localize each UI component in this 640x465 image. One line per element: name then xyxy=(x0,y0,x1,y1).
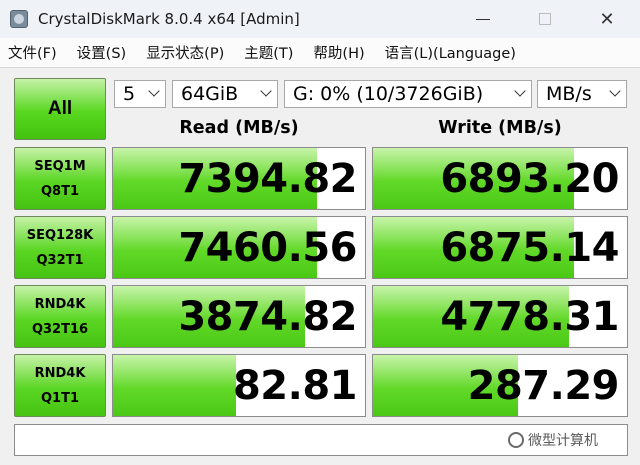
test-button-seq1m-q8t1[interactable]: SEQ1M Q8T1 xyxy=(14,147,106,210)
read-result-rnd4k-q1t1: 82.81 xyxy=(112,354,366,417)
chevron-down-icon xyxy=(514,85,526,97)
close-button[interactable]: ✕ xyxy=(584,4,630,34)
menu-settings[interactable]: 设置(S) xyxy=(77,42,127,63)
maximize-icon xyxy=(539,13,551,25)
read-result-rnd4k-q32t16: 3874.82 xyxy=(112,285,366,348)
test-button-rnd4k-q1t1[interactable]: RND4K Q1T1 xyxy=(14,354,106,417)
read-value: 3874.82 xyxy=(178,293,357,340)
write-value: 6875.14 xyxy=(440,224,619,271)
test-size-value: 64GiB xyxy=(181,83,239,105)
chevron-down-icon xyxy=(260,85,272,97)
write-result-seq1m-q8t1: 6893.20 xyxy=(372,147,628,210)
title-bar: CrystalDiskMark 8.0.4 x64 [Admin] ✕ xyxy=(0,0,640,38)
drive-select[interactable]: G: 0% (10/3726GiB) xyxy=(284,80,532,108)
read-value: 7460.56 xyxy=(178,224,357,271)
minimize-icon xyxy=(476,18,490,20)
unit-value: MB/s xyxy=(546,83,592,105)
test-name: SEQ128K xyxy=(26,227,94,243)
menu-profile[interactable]: 显示状态(P) xyxy=(146,42,224,63)
menu-language[interactable]: 语言(L)(Language) xyxy=(385,42,516,63)
read-result-seq1m-q8t1: 7394.82 xyxy=(112,147,366,210)
menu-bar: 文件(F) 设置(S) 显示状态(P) 主题(T) 帮助(H) 语言(L)(La… xyxy=(0,38,640,68)
close-icon: ✕ xyxy=(599,8,615,30)
test-button-seq128k-q32t1[interactable]: SEQ128K Q32T1 xyxy=(14,216,106,279)
write-result-seq128k-q32t1: 6875.14 xyxy=(372,216,628,279)
read-value: 7394.82 xyxy=(178,155,357,202)
test-size-select[interactable]: 64GiB xyxy=(172,80,278,108)
test-name: RND4K xyxy=(34,296,86,312)
watermark-logo-icon xyxy=(508,432,524,448)
app-disk-icon xyxy=(10,10,28,28)
read-value: 82.81 xyxy=(232,362,358,409)
minimize-button[interactable] xyxy=(460,4,506,34)
read-score-bar xyxy=(113,355,237,416)
write-result-rnd4k-q1t1: 287.29 xyxy=(372,354,628,417)
menu-theme[interactable]: 主题(T) xyxy=(244,42,293,63)
write-column-header: Write (MB/s) xyxy=(438,118,562,138)
read-column-header: Read (MB/s) xyxy=(179,118,299,138)
test-button-rnd4k-q32t16[interactable]: RND4K Q32T16 xyxy=(14,285,106,348)
menu-file[interactable]: 文件(F) xyxy=(8,42,57,63)
test-params: Q32T16 xyxy=(31,321,89,337)
maximize-button[interactable] xyxy=(522,4,568,34)
menu-help[interactable]: 帮助(H) xyxy=(313,42,364,63)
test-count-select[interactable]: 5 xyxy=(114,80,166,108)
read-result-seq128k-q32t1: 7460.56 xyxy=(112,216,366,279)
window-title: CrystalDiskMark 8.0.4 x64 [Admin] xyxy=(38,10,300,28)
test-name: SEQ1M xyxy=(34,158,86,174)
test-params: Q1T1 xyxy=(40,390,79,406)
test-name: RND4K xyxy=(34,365,86,381)
all-button[interactable]: All xyxy=(14,78,106,140)
write-value: 287.29 xyxy=(467,362,620,409)
test-params: Q32T1 xyxy=(36,252,84,268)
write-value: 4778.31 xyxy=(440,293,619,340)
test-count-value: 5 xyxy=(123,83,136,105)
chevron-down-icon xyxy=(609,85,621,97)
write-result-rnd4k-q32t16: 4778.31 xyxy=(372,285,628,348)
test-params: Q8T1 xyxy=(40,183,79,199)
write-value: 6893.20 xyxy=(440,155,619,202)
watermark-text: 微型计算机 xyxy=(528,433,598,449)
watermark: 微型计算机 xyxy=(508,430,598,450)
chevron-down-icon xyxy=(148,85,160,97)
unit-select[interactable]: MB/s xyxy=(537,80,627,108)
drive-value: G: 0% (10/3726GiB) xyxy=(293,83,484,105)
